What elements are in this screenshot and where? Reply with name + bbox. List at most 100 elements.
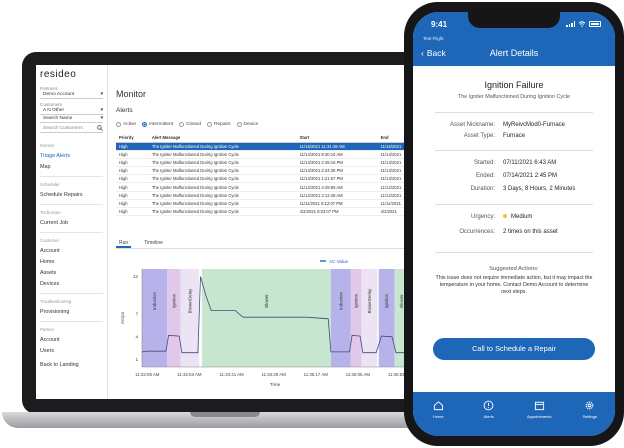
nav-bar: Test Flight Alert Details ‹ Back [413,34,615,66]
sidebar-item-home[interactable]: Home [40,259,103,265]
sidebar-item-map[interactable]: Map [40,164,103,170]
filter-label: Closed [186,122,202,127]
sidebar-item-back-to-landing[interactable]: Back to Landing [40,362,103,368]
divider [40,232,103,233]
tab-appointments[interactable]: Appointments [522,400,556,436]
y-axis-label: Amps [120,311,126,324]
sidebar-item-devices[interactable]: Devices [40,281,103,287]
tab-run[interactable]: Run [116,238,132,248]
sidebar-item-schedule-repairs[interactable]: Schedule Repairs [40,192,103,198]
filter-radio-active[interactable]: Active [116,122,136,127]
sidebar-item-provisioning[interactable]: Provisioning [40,309,103,315]
scene: resideo Partners Demo Account ▾ Customers… [0,0,624,448]
x-tick-label: 11:35:17 AM [304,372,329,377]
ended-label: Ended: [475,173,495,179]
y-tick-label: 12 [133,274,139,279]
tab-alerts[interactable]: Alerts [472,400,506,436]
tab-home[interactable]: Home [421,400,455,436]
table-row[interactable]: High The Igniter Malfunctioned During Ign… [116,174,420,184]
phase-label: BlowerDelay [367,288,372,313]
chevron-down-icon: ▾ [100,108,103,113]
divider [435,112,593,113]
asset-nickname-row: Asset Nickname: MyReivcMod0-Furnace [421,122,607,128]
filter-radio-closed[interactable]: Closed [179,122,201,127]
table-row[interactable]: High The Igniter Malfunctioned During Ign… [116,191,420,200]
section-troubleshooting: Troubleshooting [40,299,72,304]
search-icon[interactable] [97,125,103,131]
phase-label: BlowerDelay [187,288,192,313]
section-monitor: Monitor [40,143,55,148]
sidebar-item-assets[interactable]: Assets [40,270,103,276]
tab-label: Home [432,414,444,419]
sidebar: resideo Partners Demo Account ▾ Customers… [36,65,108,399]
table-cell: 11/12/2021 2:12:48 AM [296,191,378,200]
section-technician: Technician [40,210,61,215]
filter-radio-repairs[interactable]: Repairs [207,122,231,127]
table-row[interactable]: High The Igniter Malfunctioned During Ign… [116,158,420,168]
table-cell: High [116,182,149,192]
table-cell: High [116,142,149,151]
table-row[interactable]: High The Igniter Malfunctioned During Ign… [116,142,420,151]
sidebar-item-users[interactable]: Users [40,348,103,354]
started-value: 07/11/2021 6:43 AM [503,160,557,166]
table-cell: 4/2/2021 8:03:07 PM [296,207,378,217]
table-row[interactable]: High The Igniter Malfunctioned During Ign… [116,199,420,209]
suggested-actions-text: This issue does not require immediate ac… [435,275,593,295]
sidebar-item-partner-account[interactable]: Account [40,337,103,343]
sidebar-item-account[interactable]: Account [40,248,103,254]
chevron-down-icon: ▾ [100,116,103,121]
alert-icon [483,400,494,411]
chevron-down-icon: ▾ [100,92,103,97]
table-cell: High [116,174,149,184]
customers-select[interactable]: A N Other ▾ [40,107,103,115]
test-flight-breadcrumb[interactable]: Test Flight [423,36,444,41]
table-cell: High [116,207,149,217]
divider [40,176,103,177]
x-tick-label: 11:32:05 AM [135,372,160,377]
sidebar-item-current-job[interactable]: Current Job [40,220,103,226]
filter-radio-device[interactable]: Device [236,122,258,127]
tab-settings[interactable]: Settings [573,400,607,436]
brand-logo[interactable]: resideo [40,69,103,80]
duration-value: 3 Days, 8 Hours, 2 Minutes [503,186,576,192]
table-cell: The Igniter Malfunctioned During Ignitio… [148,207,297,217]
started-row: Started: 07/11/2021 6:43 AM [421,160,607,166]
search-scope-value: Search Name [43,116,73,121]
table-row[interactable]: High The Igniter Malfunctioned During Ign… [116,207,420,217]
back-label: Back [426,48,446,58]
chevron-left-icon: ‹ [421,48,424,58]
divider [40,204,103,205]
table-cell: 11/11/2021 8:12:07 PM [296,199,378,209]
column-header[interactable]: Alert Message [148,134,297,143]
back-button[interactable]: ‹ Back [421,48,446,58]
alert-title: Ignition Failure [484,80,544,90]
partners-select[interactable]: Demo Account ▾ [40,91,103,99]
started-label: Started: [473,160,495,166]
search-scope-select[interactable]: Search Name ▾ [40,115,103,123]
column-header[interactable]: Priority [116,134,149,143]
sidebar-item-triage-alerts[interactable]: Triage Alerts [40,153,103,159]
asset-type-label: Asset Type: [463,133,495,139]
phase-band [180,269,200,367]
divider [40,293,103,294]
table-cell: The Igniter Malfunctioned During Ignitio… [148,166,297,176]
table-cell: The Igniter Malfunctioned During Ignitio… [148,191,297,200]
table-cell: The Igniter Malfunctioned During Ignitio… [148,199,297,209]
y-tick-label: 1 [135,357,138,362]
table-row[interactable]: High The Igniter Malfunctioned During Ign… [116,166,420,176]
tab-timeline[interactable]: Timeline [141,238,166,248]
occurrences-label: Occurrences: [459,229,495,235]
call-to-schedule-repair-button[interactable]: Call to Schedule a Repair [433,338,595,360]
customer-search-input[interactable]: Search Customers [40,124,103,133]
phase-label: Ignition [384,293,389,308]
filter-radio-intermittent[interactable]: Intermittent [142,122,173,127]
column-header[interactable]: Start [296,134,378,143]
table-row[interactable]: High The Igniter Malfunctioned During Ign… [116,182,420,192]
partners-value: Demo Account [43,92,75,97]
table-row[interactable]: High The Igniter Malfunctioned During Ign… [116,150,420,159]
duration-label: Duration: [470,186,495,192]
table-cell: The Igniter Malfunctioned During Ignitio… [148,158,297,168]
table-cell: High [116,150,149,159]
alert-detail-card: Ignition Failure The Igniter Malfunction… [421,68,607,396]
bottom-tab-bar: Home Alerts Appointments Settings [413,392,615,436]
